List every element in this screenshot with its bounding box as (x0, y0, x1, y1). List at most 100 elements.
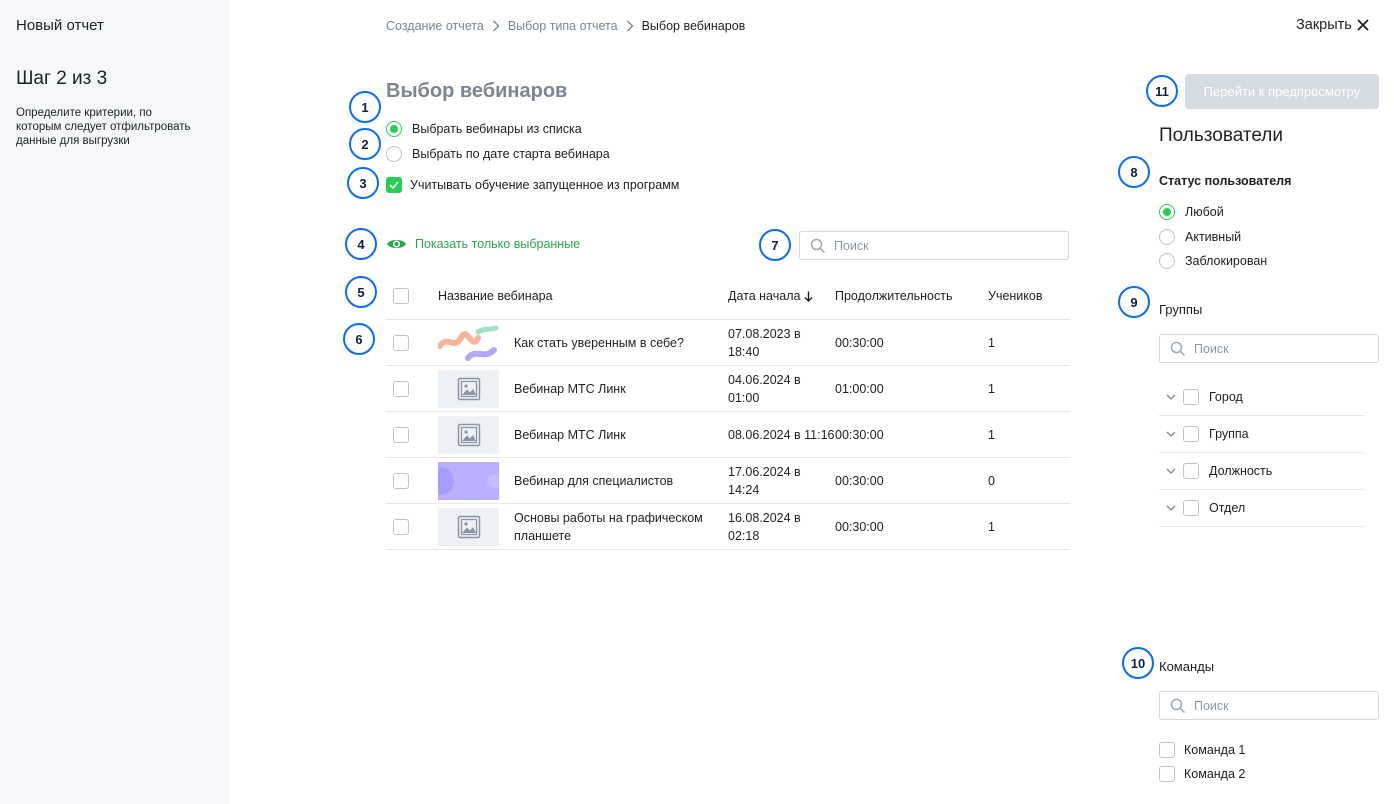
group-checkbox[interactable] (1183, 500, 1199, 516)
marker-2: 2 (349, 128, 381, 160)
chevron-down-icon[interactable] (1159, 394, 1183, 400)
teams-search[interactable] (1159, 691, 1379, 720)
group-item-department[interactable]: Отдел (1159, 490, 1365, 527)
webinar-thumbnail (438, 323, 499, 362)
team-checkbox[interactable] (1159, 742, 1175, 758)
webinar-search-input[interactable] (834, 238, 1068, 253)
column-name[interactable]: Название вебинара (438, 289, 728, 303)
sidebar-title: Новый отчет (16, 17, 104, 34)
webinar-thumbnail (438, 507, 499, 546)
status-active[interactable]: Активный (1159, 229, 1241, 245)
groups-search-input[interactable] (1194, 341, 1378, 356)
groups-search[interactable] (1159, 334, 1379, 363)
webinar-duration: 01:00:00 (835, 381, 884, 396)
webinar-students: 1 (988, 519, 995, 534)
marker-1: 1 (349, 91, 381, 123)
image-placeholder-icon (457, 515, 480, 538)
marker-5: 5 (345, 276, 377, 308)
webinar-duration: 00:30:00 (835, 473, 884, 488)
column-students[interactable]: Учеников (988, 289, 1070, 303)
radio-button[interactable] (1159, 229, 1175, 245)
breadcrumb: Создание отчета Выбор типа отчета Выбор … (386, 19, 745, 33)
team-checkbox[interactable] (1159, 766, 1175, 782)
breadcrumb-report-type[interactable]: Выбор типа отчета (508, 19, 618, 33)
select-all-checkbox[interactable] (393, 288, 409, 304)
webinar-name: Вебинар для специалистов (514, 473, 674, 488)
webinar-thumbnail (438, 369, 499, 408)
page-title: Выбор вебинаров (386, 80, 568, 102)
row-checkbox[interactable] (393, 426, 409, 443)
column-date-label: Дата начала (728, 289, 801, 303)
search-icon (1170, 698, 1186, 713)
radio-button[interactable] (1159, 204, 1175, 220)
step-indicator: Шаг 2 из 3 (16, 68, 108, 89)
group-checkbox[interactable] (1183, 463, 1199, 479)
radio-select-from-list[interactable]: Выбрать вебинары из списка (386, 121, 582, 137)
image-placeholder-icon (457, 423, 480, 446)
team-item-1[interactable]: Команда 1 (1159, 742, 1245, 758)
webinar-students: 1 (988, 335, 995, 350)
users-title: Пользователи (1159, 125, 1284, 146)
search-icon (1170, 341, 1186, 356)
marker-7: 7 (759, 229, 791, 261)
group-label: Группа (1209, 427, 1249, 441)
check-icon (389, 181, 399, 189)
webinar-duration: 00:30:00 (835, 335, 884, 350)
table-row[interactable]: Вебинар МТС Линк 04.06.2024 в 01:00 01:0… (386, 366, 1070, 412)
table-row[interactable]: Основы работы на графическом планшете 16… (386, 504, 1070, 550)
chevron-down-icon[interactable] (1159, 505, 1183, 511)
image-placeholder-icon (457, 377, 480, 400)
row-checkbox[interactable] (393, 472, 409, 489)
radio-label: Любой (1185, 205, 1224, 219)
group-checkbox[interactable] (1183, 389, 1199, 405)
group-label: Отдел (1209, 501, 1246, 515)
webinar-duration: 00:30:00 (835, 427, 884, 442)
webinar-students: 1 (988, 381, 995, 396)
radio-button[interactable] (1159, 253, 1175, 269)
chevron-right-icon (618, 19, 642, 33)
team-item-2[interactable]: Команда 2 (1159, 766, 1245, 782)
close-button[interactable]: Закрыть (1296, 17, 1370, 33)
webinar-date: 04.06.2024 в 01:00 (728, 372, 801, 405)
table-row[interactable]: Вебинар для специалистов 17.06.2024 в 14… (386, 458, 1070, 504)
row-checkbox[interactable] (393, 334, 409, 351)
team-label: Команда 2 (1184, 767, 1246, 781)
column-date[interactable]: Дата начала (728, 287, 835, 305)
purple-pattern-image (438, 466, 499, 495)
teams-search-input[interactable] (1194, 698, 1378, 713)
chevron-right-icon (484, 19, 508, 33)
chevron-down-icon[interactable] (1159, 468, 1183, 474)
breadcrumb-webinar-select: Выбор вебинаров (641, 19, 746, 33)
status-any[interactable]: Любой (1159, 204, 1224, 220)
marker-6: 6 (343, 323, 375, 355)
webinar-thumbnail (438, 415, 499, 454)
webinar-thumbnail (438, 461, 499, 500)
row-checkbox[interactable] (393, 380, 409, 397)
marker-10: 10 (1122, 647, 1154, 679)
checkbox[interactable] (386, 177, 402, 193)
group-checkbox[interactable] (1183, 426, 1199, 442)
webinar-name: Основы работы на графическом планшете (514, 510, 703, 543)
chevron-down-icon[interactable] (1159, 431, 1183, 437)
radio-label: Выбрать по дате старта вебинара (412, 147, 610, 161)
include-programs-checkbox[interactable]: Учитывать обучение запущенное из програм… (386, 177, 679, 193)
groups-label: Группы (1159, 302, 1203, 317)
table-row[interactable]: Как стать уверенным в себе? 07.08.2023 в… (386, 320, 1070, 366)
group-item-position[interactable]: Должность (1159, 453, 1365, 490)
marker-4: 4 (345, 228, 377, 260)
breadcrumb-create-report[interactable]: Создание отчета (386, 19, 484, 33)
radio-button[interactable] (386, 121, 402, 137)
status-blocked[interactable]: Заблокирован (1159, 253, 1267, 269)
groups-tree: Город Группа Должность Отдел (1159, 379, 1365, 527)
radio-button[interactable] (386, 146, 402, 162)
radio-select-by-date[interactable]: Выбрать по дате старта вебинара (386, 146, 610, 162)
webinar-search[interactable] (799, 231, 1069, 260)
group-item-group[interactable]: Группа (1159, 416, 1365, 453)
show-selected-toggle[interactable]: Показать только выбранные (386, 237, 580, 251)
table-row[interactable]: Вебинар МТС Линк 08.06.2024 в 11:16 00:3… (386, 412, 1070, 458)
webinar-date: 08.06.2024 в 11:16 (728, 427, 835, 442)
column-duration[interactable]: Продолжительность (835, 289, 988, 303)
row-checkbox[interactable] (393, 518, 409, 535)
preview-button[interactable]: Перейти к предпросмотру (1185, 74, 1379, 109)
group-item-city[interactable]: Город (1159, 379, 1365, 416)
